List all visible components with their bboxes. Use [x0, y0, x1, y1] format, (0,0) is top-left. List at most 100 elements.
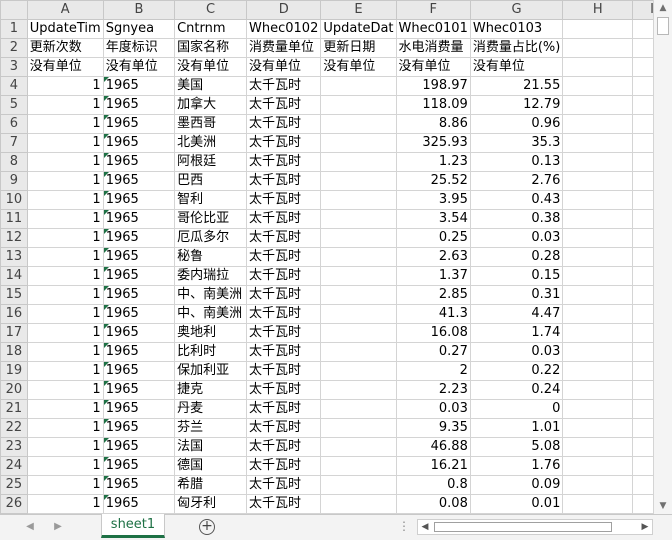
cell-f[interactable]: 8.86: [395, 114, 471, 134]
cell-c[interactable]: 芬兰: [174, 418, 248, 438]
cell-a[interactable]: 1: [26, 95, 104, 115]
cell-b[interactable]: 1965: [102, 266, 176, 286]
cell-h[interactable]: [562, 361, 634, 381]
cell-b[interactable]: 1965: [102, 437, 176, 457]
row-header[interactable]: 17: [0, 323, 28, 343]
cell-b[interactable]: 1965: [102, 95, 176, 115]
cell-g[interactable]: 0: [469, 399, 564, 419]
horizontal-scroll-thumb[interactable]: [434, 522, 612, 532]
row-header[interactable]: 26: [0, 494, 28, 514]
cell-h[interactable]: [562, 456, 634, 476]
cell-c[interactable]: 希腊: [174, 475, 248, 495]
row-header[interactable]: 19: [0, 361, 28, 381]
row-header[interactable]: 2: [0, 38, 28, 58]
cell-g[interactable]: 0.96: [469, 114, 564, 134]
vertical-scroll-thumb[interactable]: [657, 17, 669, 35]
row-header[interactable]: 14: [0, 266, 28, 286]
cell-d[interactable]: 太千瓦时: [246, 171, 322, 191]
cell-g[interactable]: 1.74: [469, 323, 564, 343]
row-header[interactable]: 16: [0, 304, 28, 324]
cell-c[interactable]: 北美洲: [174, 133, 248, 153]
cell-h[interactable]: [562, 380, 634, 400]
column-header-a[interactable]: A: [26, 0, 104, 20]
row-header[interactable]: 6: [0, 114, 28, 134]
cell-d[interactable]: 太千瓦时: [246, 190, 322, 210]
cell-g[interactable]: 0.38: [469, 209, 564, 229]
next-sheet-icon[interactable]: ▶: [50, 519, 66, 535]
cell-f[interactable]: 1.37: [395, 266, 471, 286]
row-header[interactable]: 23: [0, 437, 28, 457]
cell-g[interactable]: 0.09: [469, 475, 564, 495]
cell-d[interactable]: 太千瓦时: [246, 399, 322, 419]
cell-d[interactable]: 太千瓦时: [246, 437, 322, 457]
cell-h[interactable]: [562, 437, 634, 457]
cell-c[interactable]: 阿根廷: [174, 152, 248, 172]
cell-g[interactable]: 0.31: [469, 285, 564, 305]
cell-c[interactable]: 美国: [174, 76, 248, 96]
column-header-c[interactable]: C: [174, 0, 248, 20]
cell-a[interactable]: 1: [26, 133, 104, 153]
cell-e[interactable]: [320, 266, 397, 286]
cell-h[interactable]: [562, 475, 634, 495]
cell-f[interactable]: 0.03: [395, 399, 471, 419]
cell-f[interactable]: 16.08: [395, 323, 471, 343]
column-header-f[interactable]: F: [395, 0, 471, 20]
cell-b[interactable]: 1965: [102, 171, 176, 191]
row-header[interactable]: 5: [0, 95, 28, 115]
cell-h[interactable]: [562, 323, 634, 343]
cell-f[interactable]: 2.23: [395, 380, 471, 400]
cell-f[interactable]: 0.8: [395, 475, 471, 495]
cell-h[interactable]: [562, 171, 634, 191]
cell-e[interactable]: [320, 171, 397, 191]
cell-a[interactable]: 1: [26, 494, 104, 514]
cell-g[interactable]: Whec0103: [469, 19, 564, 39]
cell-d[interactable]: 太千瓦时: [246, 247, 322, 267]
cell-g[interactable]: 0.13: [469, 152, 564, 172]
cell-b[interactable]: 1965: [102, 209, 176, 229]
cell-c[interactable]: 国家名称: [174, 38, 248, 58]
cell-c[interactable]: 捷克: [174, 380, 248, 400]
cell-c[interactable]: 匈牙利: [174, 494, 248, 514]
cell-b[interactable]: 年度标识: [102, 38, 176, 58]
scroll-down-icon[interactable]: ▼: [654, 498, 672, 514]
cell-a[interactable]: UpdateTim: [26, 19, 104, 39]
sheet-tab[interactable]: sheet1: [101, 514, 165, 538]
row-header[interactable]: 20: [0, 380, 28, 400]
add-sheet-icon[interactable]: +: [199, 519, 215, 535]
cell-b[interactable]: 1965: [102, 190, 176, 210]
cell-e[interactable]: [320, 399, 397, 419]
cell-d[interactable]: 太千瓦时: [246, 361, 322, 381]
cell-f[interactable]: 16.21: [395, 456, 471, 476]
cell-g[interactable]: 5.08: [469, 437, 564, 457]
cell-a[interactable]: 没有单位: [26, 57, 104, 77]
cell-g[interactable]: 0.24: [469, 380, 564, 400]
cell-a[interactable]: 1: [26, 475, 104, 495]
prev-sheet-icon[interactable]: ◀: [22, 519, 38, 535]
cell-h[interactable]: [562, 285, 634, 305]
cell-e[interactable]: 更新日期: [320, 38, 397, 58]
cell-g[interactable]: 0.22: [469, 361, 564, 381]
row-header[interactable]: 7: [0, 133, 28, 153]
cell-f[interactable]: 2.63: [395, 247, 471, 267]
scroll-up-icon[interactable]: ▲: [654, 0, 672, 16]
cell-g[interactable]: 0.03: [469, 228, 564, 248]
column-header-e[interactable]: E: [320, 0, 397, 20]
cell-g[interactable]: 12.79: [469, 95, 564, 115]
cell-a[interactable]: 1: [26, 171, 104, 191]
column-header-h[interactable]: H: [562, 0, 634, 20]
cell-f[interactable]: 没有单位: [395, 57, 471, 77]
cell-b[interactable]: 1965: [102, 475, 176, 495]
cell-e[interactable]: [320, 494, 397, 514]
cell-e[interactable]: [320, 76, 397, 96]
cell-d[interactable]: 太千瓦时: [246, 114, 322, 134]
cell-a[interactable]: 1: [26, 323, 104, 343]
cell-e[interactable]: [320, 228, 397, 248]
cell-h[interactable]: [562, 209, 634, 229]
cell-g[interactable]: 0.43: [469, 190, 564, 210]
cell-e[interactable]: [320, 95, 397, 115]
cell-b[interactable]: 1965: [102, 285, 176, 305]
cell-h[interactable]: [562, 494, 634, 514]
row-header[interactable]: 22: [0, 418, 28, 438]
cell-h[interactable]: [562, 76, 634, 96]
cell-a[interactable]: 1: [26, 456, 104, 476]
